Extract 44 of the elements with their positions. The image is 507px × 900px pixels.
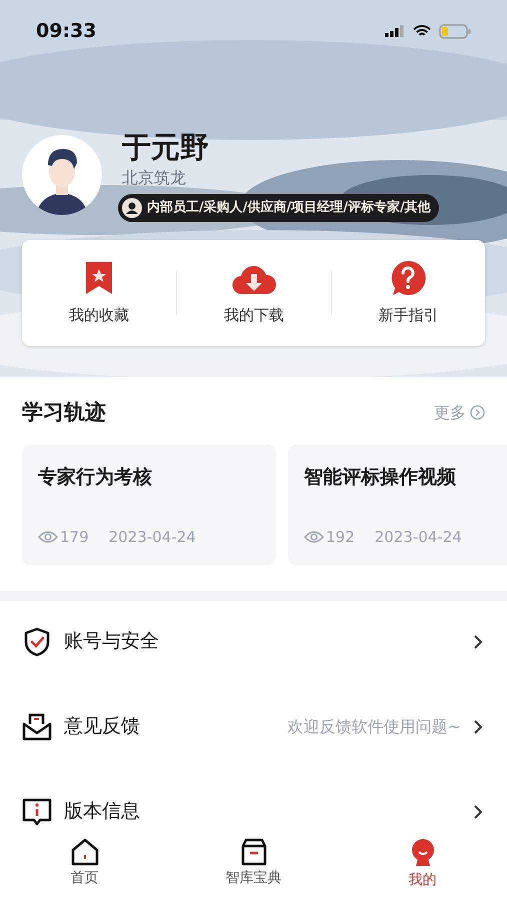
chevron-right-icon bbox=[473, 718, 483, 734]
shortcut-button[interactable]: 新手指引 bbox=[332, 240, 485, 346]
shield-check-icon bbox=[23, 626, 51, 656]
wifi-icon bbox=[413, 24, 431, 38]
eye-icon bbox=[304, 531, 324, 544]
user-name: 于元野 bbox=[121, 129, 210, 166]
menu-label: 账号与安全 bbox=[64, 629, 160, 654]
menu-item[interactable]: 意见反馈 欢迎反馈软件使用问题~ bbox=[0, 704, 507, 748]
tab[interactable]: 首页 bbox=[0, 836, 169, 900]
menu-label: 意见反馈 bbox=[64, 714, 141, 740]
box-icon bbox=[240, 838, 268, 866]
home-icon bbox=[70, 838, 100, 866]
help-icon bbox=[390, 260, 426, 296]
signal-icon bbox=[385, 25, 405, 37]
view-count: 179 bbox=[60, 527, 89, 548]
eye-icon bbox=[38, 531, 58, 544]
bookmark-icon bbox=[84, 260, 114, 296]
person-icon bbox=[122, 198, 142, 218]
shortcut-button[interactable]: 我的收藏 bbox=[22, 240, 176, 346]
menu-label: 版本信息 bbox=[64, 799, 141, 824]
menu-item[interactable]: 版本信息 bbox=[0, 790, 507, 834]
section-title: 学习轨迹 bbox=[22, 399, 106, 426]
chevron-right-icon bbox=[473, 804, 483, 820]
course-card[interactable]: 专家行为考核 179 2023-04-24 bbox=[22, 444, 276, 564]
tab[interactable]: 我的 bbox=[338, 836, 507, 900]
course-date: 2023-04-24 bbox=[108, 527, 196, 548]
menu-hint: 欢迎反馈软件使用问题~ bbox=[288, 716, 461, 738]
course-card[interactable]: 智能评标操作视频 192 2023-04-24 bbox=[288, 444, 507, 564]
mail-icon bbox=[22, 712, 52, 742]
cloud-download-icon bbox=[232, 264, 276, 296]
tab[interactable]: 智库宝典 bbox=[169, 836, 338, 900]
course-title: 专家行为考核 bbox=[38, 464, 153, 490]
shortcut-button[interactable]: 我的下载 bbox=[177, 240, 331, 346]
course-date: 2023-04-24 bbox=[374, 527, 462, 548]
info-icon bbox=[22, 796, 52, 826]
company-name: 北京筑龙 bbox=[121, 167, 187, 189]
menu-item[interactable]: 账号与安全 bbox=[0, 620, 507, 664]
view-count: 192 bbox=[326, 527, 355, 548]
status-time: 09:33 bbox=[36, 18, 96, 44]
role-text: 内部员工/采购人/供应商/项目经理/评标专家/其他 bbox=[147, 198, 431, 218]
course-title: 智能评标操作视频 bbox=[304, 464, 457, 490]
battery-icon bbox=[439, 24, 471, 38]
chevron-right-icon bbox=[473, 634, 483, 650]
chevron-circle-icon bbox=[470, 405, 485, 420]
